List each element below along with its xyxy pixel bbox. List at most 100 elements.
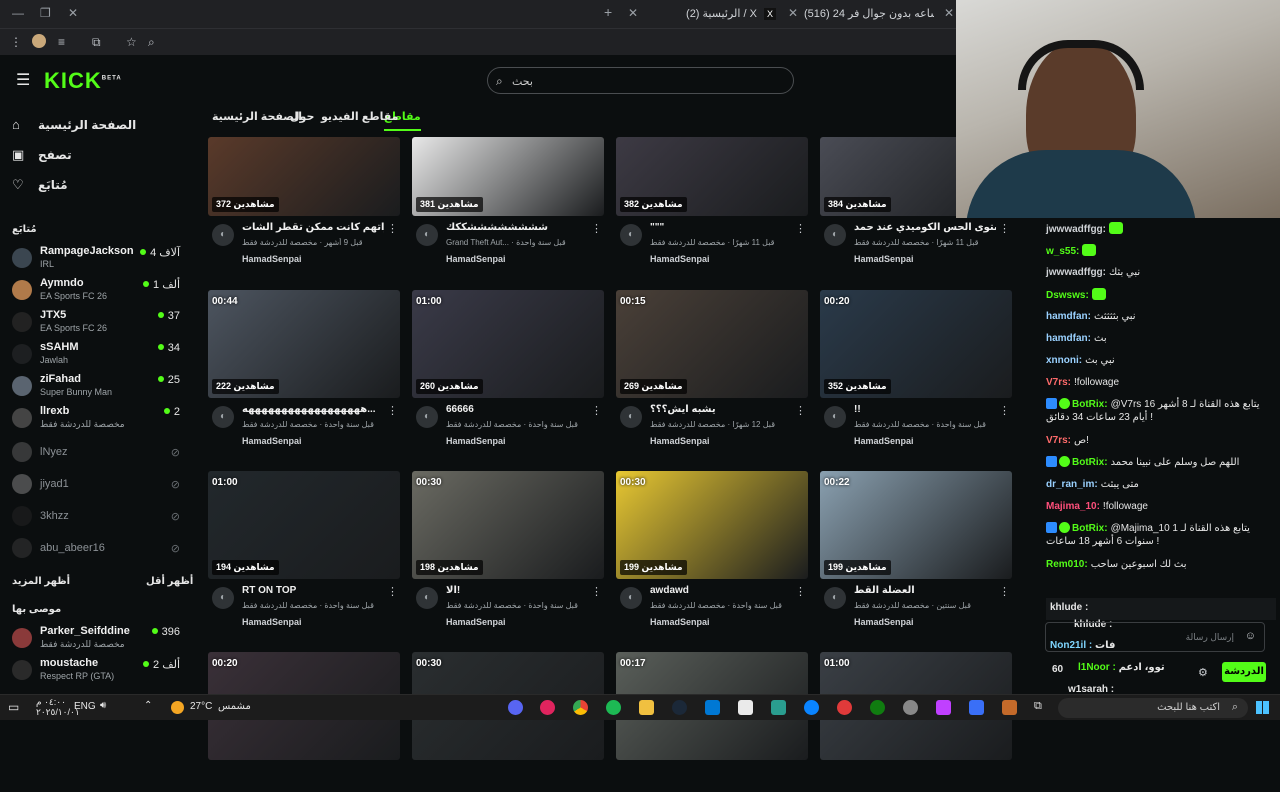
clip-title[interactable]: ششششششششككك — [446, 222, 588, 233]
chat-username[interactable]: Rem010: — [1046, 559, 1088, 570]
close-tab-icon[interactable]: ✕ — [788, 6, 798, 20]
clip-card[interactable]: 00:44 222 مشاهدين ◐ ههههههههههههههههههه... ق… — [208, 290, 400, 446]
clip-title[interactable]: !! — [854, 404, 996, 415]
show-less-link[interactable]: أظهر أقل — [146, 576, 193, 587]
search-bar[interactable]: ⌕ بحث — [487, 67, 794, 94]
clip-card[interactable]: 00:20 352 مشاهدين ◐!! قبل سنة واحدة · مخصصة… — [820, 290, 1012, 446]
taskbar-search[interactable]: اكتب هنا للبحث ⌕ — [1058, 698, 1248, 718]
more-options-icon[interactable]: ⋮ — [795, 222, 806, 235]
more-options-icon[interactable]: ⋮ — [591, 585, 602, 598]
chat-username[interactable]: Majima_10: — [1046, 501, 1100, 512]
steam-icon[interactable] — [672, 700, 687, 715]
chat-username[interactable]: BotRix: — [1072, 399, 1108, 410]
xbox-icon[interactable] — [870, 700, 885, 715]
channel-avatar-icon[interactable]: ◐ — [824, 406, 846, 428]
language-indicator[interactable]: ENG — [74, 701, 96, 712]
more-options-icon[interactable]: ⋮ — [387, 404, 398, 417]
more-options-icon[interactable]: ⋮ — [795, 585, 806, 598]
channel-avatar-icon[interactable]: ◐ — [620, 587, 642, 609]
show-more-link[interactable]: أظهر المزيد — [12, 576, 70, 587]
new-tab-button[interactable]: + — [604, 4, 612, 20]
clip-author[interactable]: HamadSenpai — [242, 436, 302, 446]
channel-avatar-icon[interactable]: ◐ — [416, 224, 438, 246]
clip-title[interactable]: اصواتهم كانت ممكن تقطر الشات ... — [242, 222, 384, 233]
chat-username[interactable]: w_s55: — [1046, 246, 1079, 257]
more-options-icon[interactable]: ⋮ — [387, 222, 398, 235]
clip-thumbnail[interactable]: 00:30 199 مشاهدين — [616, 471, 808, 579]
restore-icon[interactable]: ❐ — [40, 6, 51, 20]
zoom-icon[interactable]: ⌕ — [148, 35, 155, 50]
chat-username[interactable]: dr_ran_im: — [1046, 479, 1098, 490]
followed-channel[interactable]: Aymndo EA Sports FC 26 1 ألف — [12, 276, 180, 306]
clip-title[interactable]: ههههههههههههههههههه... — [242, 404, 384, 415]
clip-title[interactable]: العضلة القط — [854, 585, 996, 596]
clip-author[interactable]: HamadSenpai — [446, 617, 506, 627]
offline-channel[interactable]: jiyad1 ⊘ — [12, 470, 180, 500]
chat-username[interactable]: xnnoni: — [1046, 355, 1082, 366]
menu-dots-icon[interactable]: ⋮ — [10, 35, 22, 49]
followed-channel[interactable]: RampageJackson IRL 4 آلاف — [12, 244, 180, 274]
offline-channel[interactable]: lNyez ⊘ — [12, 438, 180, 468]
clip-card[interactable]: 381 مشاهدين ◐ ششششششششككك Grand Theft Aut..… — [412, 108, 604, 264]
more-options-icon[interactable]: ⋮ — [591, 222, 602, 235]
clip-author[interactable]: HamadSenpai — [650, 254, 710, 264]
channel-avatar-icon[interactable]: ◐ — [212, 587, 234, 609]
clip-author[interactable]: HamadSenpai — [242, 254, 302, 264]
channel-avatar-icon[interactable]: ◐ — [824, 224, 846, 246]
app-icon[interactable] — [837, 700, 852, 715]
clip-card[interactable]: 00:17 — [616, 652, 808, 792]
clip-thumbnail[interactable]: 01:00 260 مشاهدين — [412, 290, 604, 398]
mail-icon[interactable] — [705, 700, 720, 715]
clip-card[interactable]: 00:30 198 مشاهدين ◐ الا! قبل سنة واحدة · مخص… — [412, 471, 604, 627]
clip-card[interactable]: 01:00 — [820, 652, 1012, 792]
clip-card[interactable]: 01:00 260 مشاهدين ◐ 66666 قبل سنة واحدة · مخ… — [412, 290, 604, 446]
followed-channel[interactable]: ziFahad Super Bunny Man 25 — [12, 372, 180, 402]
clip-author[interactable]: HamadSenpai — [854, 254, 914, 264]
app-icon[interactable] — [1002, 700, 1017, 715]
more-options-icon[interactable]: ⋮ — [999, 404, 1010, 417]
task-view-icon[interactable]: ⧉ — [1034, 700, 1042, 713]
close-window-icon[interactable]: ✕ — [68, 6, 78, 20]
clip-card[interactable]: 00:30 199 مشاهدين ◐ awdawd قبل سنة واحدة · م… — [616, 471, 808, 627]
clip-thumbnail[interactable]: 00:44 222 مشاهدين — [208, 290, 400, 398]
file-explorer-icon[interactable] — [639, 700, 654, 715]
store-icon[interactable] — [738, 700, 753, 715]
clip-title[interactable]: 66666 — [446, 404, 588, 415]
app-icon[interactable] — [969, 700, 984, 715]
windows-start-icon[interactable] — [1256, 701, 1269, 714]
clip-title[interactable]: مستوى الحس الكوميدي عند حمد — [854, 222, 996, 233]
more-options-icon[interactable]: ⋮ — [591, 404, 602, 417]
clip-author[interactable]: HamadSenpai — [650, 436, 710, 446]
offline-channel[interactable]: 3khzz ⊘ — [12, 502, 180, 532]
close-tab-icon[interactable]: ✕ — [944, 6, 954, 20]
app-icon[interactable] — [540, 700, 555, 715]
chat-username[interactable]: BotRix: — [1072, 457, 1108, 468]
notification-icon[interactable]: ▭ — [8, 700, 19, 714]
clip-card[interactable]: 372 مشاهدين ◐ اصواتهم كانت ممكن تقطر الشات… — [208, 108, 400, 264]
channel-avatar-icon[interactable]: ◐ — [620, 406, 642, 428]
clip-card[interactable]: 00:15 269 مشاهدين ◐ يشبه ايش؟؟؟ قبل 12 شهرًا… — [616, 290, 808, 446]
channel-avatar-icon[interactable]: ◐ — [212, 224, 234, 246]
followed-channel[interactable]: sSAHM Jawlah 34 — [12, 340, 180, 370]
more-options-icon[interactable]: ⋮ — [999, 585, 1010, 598]
settings-gear-icon[interactable]: ⚙ — [1198, 666, 1208, 679]
clip-card[interactable]: 00:30 — [412, 652, 604, 792]
channel-avatar-icon[interactable]: ◐ — [416, 587, 438, 609]
clip-author[interactable]: HamadSenpai — [446, 254, 506, 264]
clip-author[interactable]: HamadSenpai — [854, 436, 914, 446]
minimize-icon[interactable]: — — [12, 6, 24, 20]
clip-author[interactable]: HamadSenpai — [854, 617, 914, 627]
clip-card[interactable]: 382 مشاهدين ◐ """ قبل 11 شهرًا · مخصصة للدر… — [616, 108, 808, 264]
app-icon[interactable] — [771, 700, 786, 715]
clip-thumbnail[interactable]: 00:15 269 مشاهدين — [616, 290, 808, 398]
clip-thumbnail[interactable]: 00:30 198 مشاهدين — [412, 471, 604, 579]
tab-youtube[interactable]: (516) 24 ساعه بدون جوال فر... — [804, 0, 934, 28]
followed-channel[interactable]: llrexb مخصصة للدردشة فقط 2 — [12, 404, 180, 434]
clip-card[interactable]: 01:00 194 مشاهدين ◐ RT ON TOP قبل سنة واحدة … — [208, 471, 400, 627]
more-options-icon[interactable]: ⋮ — [795, 404, 806, 417]
channel-avatar-icon[interactable]: ◐ — [212, 406, 234, 428]
clip-title[interactable]: """ — [650, 222, 792, 233]
chat-send-button[interactable]: الدردشة — [1222, 662, 1266, 682]
clip-card[interactable]: 00:20 — [208, 652, 400, 792]
clip-thumbnail[interactable]: 382 مشاهدين — [616, 137, 808, 216]
